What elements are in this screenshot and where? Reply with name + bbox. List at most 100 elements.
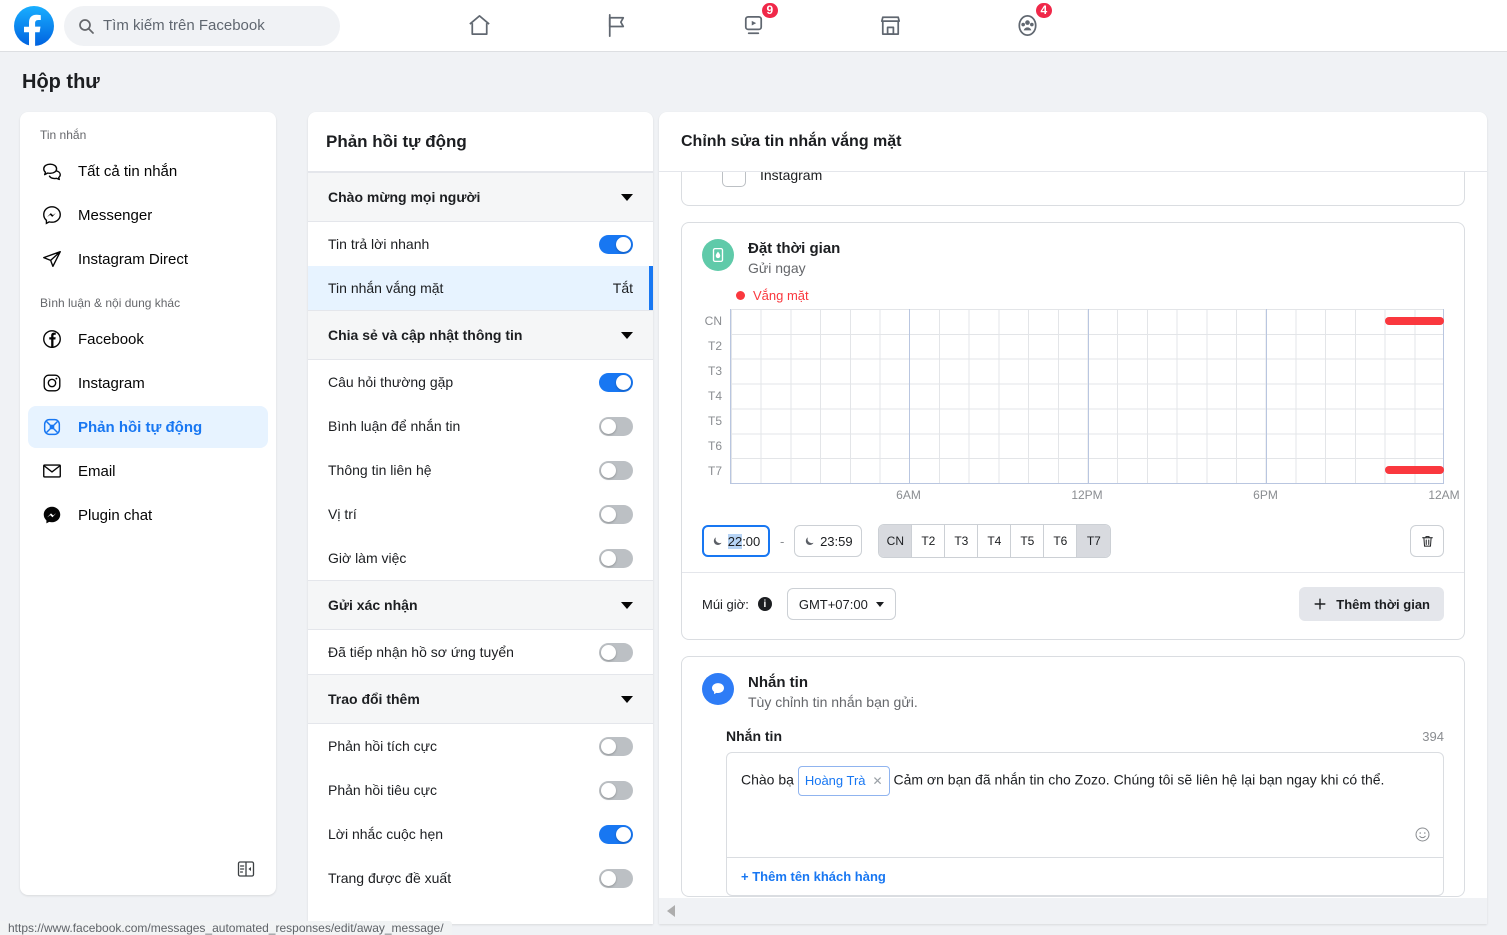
timezone-row: Múi giờ: i GMT+07:00 Thêm thời gian [682, 572, 1464, 639]
automation-row-business-hours[interactable]: Giờ làm việc [308, 536, 653, 580]
nav-video[interactable]: 9 [685, 0, 822, 50]
toggle-job-application-received[interactable] [599, 642, 633, 662]
legend-label-away: Vắng mặt [753, 288, 809, 303]
automation-row-appointment-reminder[interactable]: Lời nhắc cuộc hẹn [308, 812, 653, 856]
toggle-business-hours[interactable] [599, 548, 633, 568]
nav-pages[interactable] [548, 2, 685, 50]
grid-day-label: T6 [707, 439, 722, 453]
search-input[interactable] [103, 17, 326, 34]
collapse-panel-icon[interactable] [234, 857, 258, 881]
chip-close-icon[interactable]: ✕ [873, 768, 883, 794]
automation-row-contact-info[interactable]: Thông tin liên hệ [308, 448, 653, 492]
toggle-faq[interactable] [599, 372, 633, 392]
automation-row-away-message[interactable]: Tin nhắn vắng mặt Tắt [308, 266, 653, 310]
day-button-t6[interactable]: T6 [1044, 525, 1078, 557]
nav-groups[interactable]: 4 [959, 0, 1096, 50]
time-from-input[interactable]: 22:00 [702, 525, 770, 557]
automation-row-job-application-received[interactable]: Đã tiếp nhận hồ sơ ứng tuyển [308, 630, 653, 674]
group-label: Chào mừng mọi người [328, 189, 481, 205]
day-button-t2[interactable]: T2 [912, 525, 946, 557]
automation-row-label: Tin trả lời nhanh [328, 236, 430, 252]
add-customer-name-button[interactable]: + Thêm tên khách hàng [727, 857, 1443, 895]
page-title: Hộp thư [22, 70, 100, 93]
platform-selection-card: Instagram [681, 172, 1465, 206]
automation-atom-icon [40, 415, 64, 439]
instagram-checkbox-label: Instagram [760, 172, 823, 183]
smiley-icon[interactable] [1414, 825, 1431, 851]
sidebar-group-label-messages: Tin nhắn [40, 128, 87, 142]
automation-row-recommended-page[interactable]: Trang được đề xuất [308, 856, 653, 900]
horizontal-scroll-strip[interactable] [659, 898, 1487, 924]
message-field-header: Nhắn tin 394 [682, 712, 1464, 752]
toggle-recommended-page[interactable] [599, 868, 633, 888]
toggle-appointment-reminder[interactable] [599, 824, 633, 844]
toggle-location[interactable] [599, 504, 633, 524]
message-card-header: Nhắn tin Tùy chỉnh tin nhắn bạn gửi. [682, 657, 1464, 712]
toggle-quick-reply[interactable] [599, 234, 633, 254]
automation-row-label: Trang được đề xuất [328, 870, 452, 886]
delete-schedule-button[interactable] [1410, 525, 1444, 557]
automation-group-follow-up[interactable]: Trao đổi thêm [308, 674, 653, 724]
day-button-t5[interactable]: T5 [1011, 525, 1045, 557]
sidebar-item-email[interactable]: Email [28, 450, 268, 492]
nav-home[interactable] [411, 2, 548, 50]
sidebar-item-instagram[interactable]: Instagram [28, 362, 268, 404]
automation-group-send-confirmation[interactable]: Gửi xác nhận [308, 580, 653, 630]
schedule-block-cn[interactable] [1384, 317, 1444, 326]
sidebar-item-label: Tất cả tin nhắn [78, 162, 178, 180]
add-time-button[interactable]: Thêm thời gian [1299, 587, 1444, 621]
automation-row-faq[interactable]: Câu hỏi thường gặp [308, 360, 653, 404]
alarm-clock-icon [702, 239, 734, 271]
messenger-filled-icon [40, 503, 64, 527]
automation-group-share-info[interactable]: Chia sẻ và cập nhật thông tin [308, 310, 653, 360]
automation-row-location[interactable]: Vị trí [308, 492, 653, 536]
grid-vline-6am [909, 309, 911, 483]
top-navigation-bar: 9 4 [0, 0, 1507, 52]
sidebar-item-facebook[interactable]: Facebook [28, 318, 268, 360]
grid-day-labels: CN T2 T3 T4 T5 T6 T7 [696, 309, 730, 510]
day-button-t7[interactable]: T7 [1077, 525, 1111, 557]
toggle-positive-feedback[interactable] [599, 736, 633, 756]
automation-row-negative-feedback[interactable]: Phản hồi tiêu cực [308, 768, 653, 812]
page-header: Hộp thư [0, 52, 1507, 112]
scroll-left-arrow-icon[interactable] [667, 905, 675, 917]
toggle-comment-to-message[interactable] [599, 416, 633, 436]
message-text-area[interactable]: Chào bạ Hoàng Trà ✕ Cảm ơn bạn đã nhắn t… [727, 753, 1443, 857]
instagram-checkbox[interactable] [722, 172, 746, 187]
grid-day-label: T7 [707, 464, 722, 478]
chevron-down-icon [621, 601, 633, 609]
automation-row-quick-reply[interactable]: Tin trả lời nhanh [308, 222, 653, 266]
grid-day-label: T4 [707, 389, 722, 403]
day-button-cn[interactable]: CN [879, 525, 913, 557]
info-icon[interactable]: i [757, 597, 772, 611]
toggle-contact-info[interactable] [599, 460, 633, 480]
sidebar-item-plugin-chat[interactable]: Plugin chat [28, 494, 268, 536]
grid-canvas[interactable] [730, 309, 1444, 484]
search-box[interactable] [64, 5, 340, 46]
day-button-t3[interactable]: T3 [945, 525, 979, 557]
message-input-box[interactable]: Chào bạ Hoàng Trà ✕ Cảm ơn bạn đã nhắn t… [726, 752, 1444, 896]
chevron-down-icon [621, 331, 633, 339]
schedule-card-subtitle: Gửi ngay [748, 260, 806, 276]
customer-name-chip[interactable]: Hoàng Trà ✕ [797, 766, 890, 796]
time-to-input[interactable]: 23:59 [794, 525, 863, 557]
timezone-label: Múi giờ: [702, 596, 749, 612]
timezone-select[interactable]: GMT+07:00 [786, 588, 896, 620]
facebook-logo[interactable] [14, 5, 54, 46]
day-button-t4[interactable]: T4 [978, 525, 1012, 557]
automation-group-welcome[interactable]: Chào mừng mọi người [308, 172, 653, 222]
automation-row-positive-feedback[interactable]: Phản hồi tích cực [308, 724, 653, 768]
sidebar-item-instagram-direct[interactable]: Instagram Direct [28, 238, 268, 280]
platform-row-instagram[interactable]: Instagram [682, 172, 1464, 205]
sidebar-item-all-messages[interactable]: Tất cả tin nhắn [28, 150, 268, 192]
nav-marketplace[interactable] [822, 2, 959, 50]
sidebar-item-label: Messenger [78, 206, 153, 224]
schedule-block-t7[interactable] [1384, 466, 1444, 475]
automation-row-comment-to-message[interactable]: Bình luận để nhắn tin [308, 404, 653, 448]
sidebar-item-messenger[interactable]: Messenger [28, 194, 268, 236]
away-message-editor-panel: Chỉnh sửa tin nhắn vắng mặt Instagram Đặ… [659, 112, 1487, 924]
envelope-icon [40, 459, 64, 483]
sidebar-item-automated-responses[interactable]: Phản hồi tự động [28, 406, 268, 448]
left-sidebar: Tin nhắn Tất cả tin nhắn Messenger Insta… [20, 112, 276, 895]
toggle-negative-feedback[interactable] [599, 780, 633, 800]
